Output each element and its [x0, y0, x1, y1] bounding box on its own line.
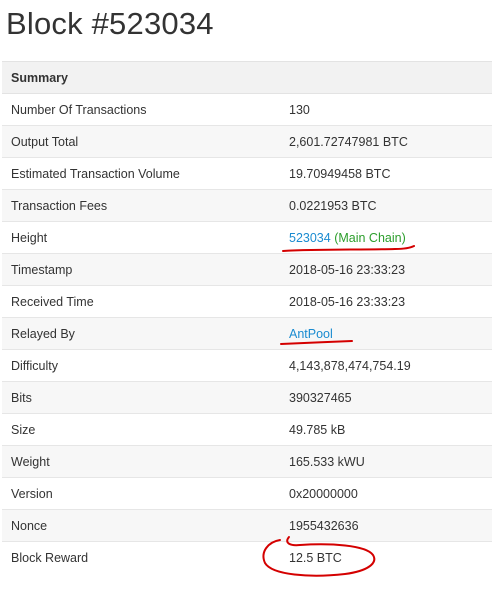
row-label: Version	[2, 477, 289, 510]
row-label: Received Time	[2, 285, 289, 318]
row-label: Transaction Fees	[2, 189, 289, 222]
row-value: AntPool	[289, 317, 492, 350]
table-row: Relayed By AntPool	[2, 317, 492, 350]
row-label: Estimated Transaction Volume	[2, 157, 289, 190]
table-row: Height 523034 (Main Chain)	[2, 221, 492, 254]
row-label: Relayed By	[2, 317, 289, 350]
block-summary-table: Summary Number Of Transactions 130 Outpu…	[2, 61, 492, 573]
row-value: 523034 (Main Chain)	[289, 221, 492, 254]
row-value: 19.70949458 BTC	[289, 157, 492, 190]
table-row: Transaction Fees 0.0221953 BTC	[2, 189, 492, 222]
row-value: 390327465	[289, 381, 492, 414]
row-value: 130	[289, 93, 492, 126]
row-value: 0.0221953 BTC	[289, 189, 492, 222]
row-value: 0x20000000	[289, 477, 492, 510]
table-row: Difficulty 4,143,878,474,754.19	[2, 349, 492, 382]
table-row: Output Total 2,601.72747981 BTC	[2, 125, 492, 158]
page-title: Block #523034	[6, 6, 214, 41]
row-label: Weight	[2, 445, 289, 478]
table-row: Timestamp 2018-05-16 23:33:23	[2, 253, 492, 286]
row-label: Difficulty	[2, 349, 289, 382]
table-row: Number Of Transactions 130	[2, 93, 492, 126]
row-label: Timestamp	[2, 253, 289, 286]
table-row: Received Time 2018-05-16 23:33:23	[2, 285, 492, 318]
table-row: Size 49.785 kB	[2, 413, 492, 446]
table-row: Estimated Transaction Volume 19.70949458…	[2, 157, 492, 190]
relayed-by-link[interactable]: AntPool	[289, 327, 333, 341]
main-chain-label: (Main Chain)	[334, 230, 406, 245]
row-value: 49.785 kB	[289, 413, 492, 446]
row-label: Nonce	[2, 509, 289, 542]
row-value: 2018-05-16 23:33:23	[289, 285, 492, 318]
row-label: Block Reward	[2, 541, 289, 573]
row-label: Output Total	[2, 125, 289, 158]
row-label: Size	[2, 413, 289, 446]
block-height-link[interactable]: 523034	[289, 231, 331, 245]
table-row: Weight 165.533 kWU	[2, 445, 492, 478]
row-label: Height	[2, 221, 289, 254]
summary-header: Summary	[2, 61, 492, 94]
row-label: Number Of Transactions	[2, 93, 289, 126]
table-row: Block Reward 12.5 BTC	[2, 541, 492, 573]
row-value: 1955432636	[289, 509, 492, 542]
table-row: Version 0x20000000	[2, 477, 492, 510]
row-value: 4,143,878,474,754.19	[289, 349, 492, 382]
row-value: 2,601.72747981 BTC	[289, 125, 492, 158]
row-value: 2018-05-16 23:33:23	[289, 253, 492, 286]
row-value: 12.5 BTC	[289, 541, 492, 573]
summary-header-row: Summary	[2, 61, 492, 94]
row-value: 165.533 kWU	[289, 445, 492, 478]
table-row: Nonce 1955432636	[2, 509, 492, 542]
row-label: Bits	[2, 381, 289, 414]
table-row: Bits 390327465	[2, 381, 492, 414]
